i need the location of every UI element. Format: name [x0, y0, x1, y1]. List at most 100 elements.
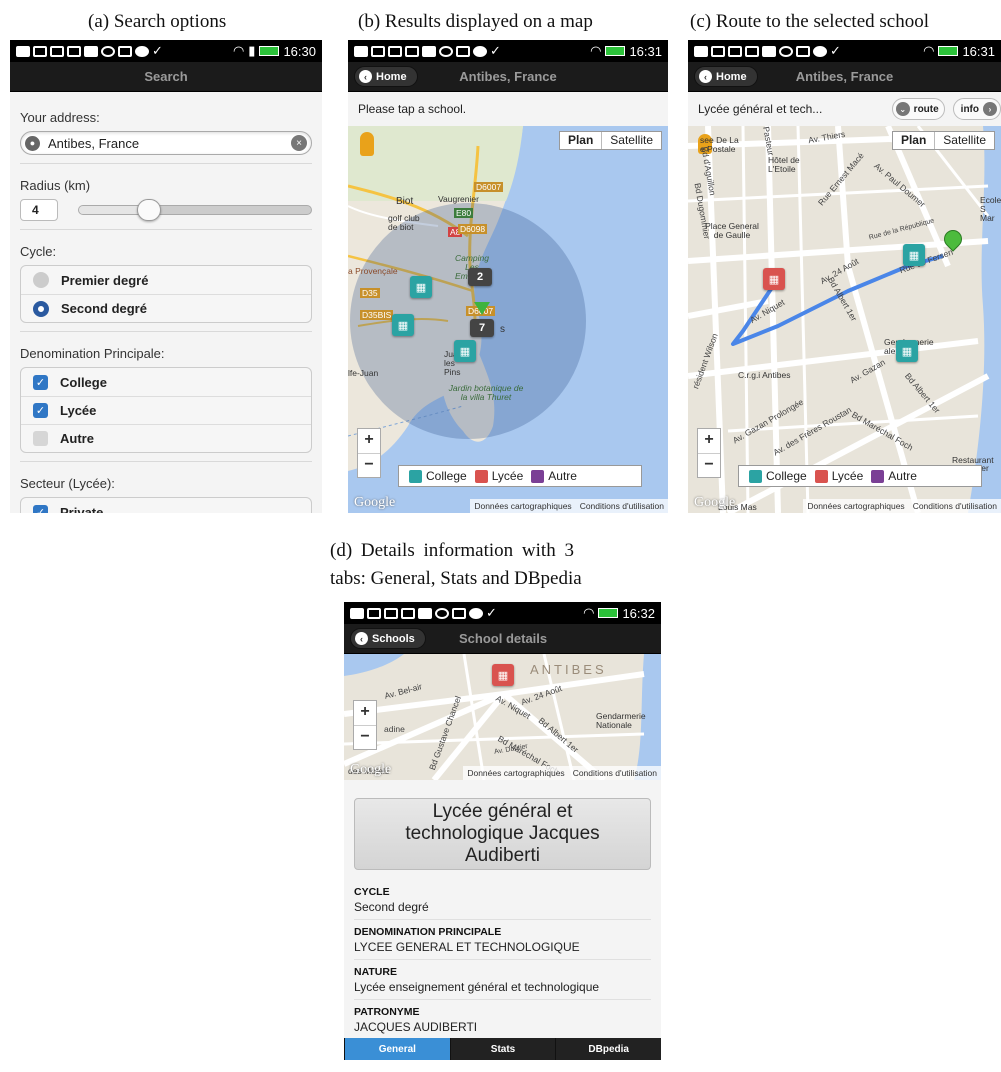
- tab-dbpedia[interactable]: DBpedia: [555, 1038, 661, 1060]
- denomination-option-autre[interactable]: Autre: [21, 424, 311, 452]
- school-name-button[interactable]: Lycée général et technologique Jacques A…: [354, 798, 651, 870]
- lycee-marker[interactable]: ▦: [763, 268, 785, 290]
- cycle-option-second[interactable]: Second degré: [21, 294, 311, 322]
- college-marker[interactable]: ▦: [454, 340, 476, 362]
- map-data-link[interactable]: Données cartographiques: [467, 768, 564, 778]
- map-data-link[interactable]: Données cartographiques: [807, 501, 904, 511]
- instruction-message: Please tap a school.: [348, 92, 668, 126]
- radius-slider[interactable]: [78, 199, 312, 221]
- schools-back-button[interactable]: ‹ Schools: [350, 628, 426, 649]
- map-type-satellite[interactable]: Satellite: [602, 132, 661, 149]
- search-icon: ●: [25, 135, 40, 151]
- lycee-swatch: [474, 469, 488, 483]
- divider: [20, 461, 312, 462]
- map-type-plan[interactable]: Plan: [893, 132, 936, 149]
- field-key: PATRONYME: [354, 1006, 420, 1018]
- status-bar: ✓ ◠ 16:31: [688, 40, 1001, 62]
- college-marker[interactable]: ▦: [410, 276, 432, 298]
- map-place-label: ANTIBES: [530, 662, 607, 677]
- school-details-screen: ✓ ◠ 16:32 ‹ Schools School details ANTIB…: [344, 602, 661, 1060]
- pegman-icon[interactable]: [360, 132, 374, 156]
- notification-icon: [384, 607, 398, 619]
- clear-icon[interactable]: ×: [291, 135, 307, 151]
- status-time: 16:31: [962, 43, 995, 59]
- cycle-option-premier[interactable]: Premier degré: [21, 266, 311, 294]
- field-key: DENOMINATION PRINCIPALE: [354, 926, 502, 938]
- legend-item-autre: Autre: [871, 469, 917, 483]
- cluster-marker[interactable]: 7: [470, 319, 494, 337]
- denomination-option-college[interactable]: ✓ College: [21, 368, 311, 396]
- slider-thumb[interactable]: [136, 199, 161, 221]
- map-type-satellite[interactable]: Satellite: [935, 132, 994, 149]
- results-map-screen: ✓ ◠ 16:31 ‹ Home Antibes, France Please …: [348, 40, 668, 513]
- results-map[interactable]: Plan Satellite Biot Vaugrenier golf club…: [348, 126, 668, 513]
- secteur-checkbox-group: ✓ Private: [20, 497, 312, 513]
- zoom-in-button[interactable]: +: [358, 429, 380, 453]
- notification-icon: [16, 45, 30, 57]
- calendar-icon: [796, 45, 810, 57]
- caption-d-line1: (d) Details information with 3: [330, 540, 574, 561]
- terms-link[interactable]: Conditions d'utilisation: [573, 768, 657, 778]
- zoom-control: + −: [353, 700, 377, 750]
- checkbox-checked: ✓: [33, 374, 48, 390]
- check-icon: ✓: [152, 43, 163, 58]
- radius-value[interactable]: 4: [20, 199, 58, 221]
- checkbox-checked: ✓: [33, 403, 48, 418]
- zoom-control: + −: [357, 428, 381, 478]
- notification-icon: [728, 45, 742, 57]
- notification-icon: [694, 45, 708, 57]
- street-label: adine: [384, 724, 405, 734]
- home-back-button[interactable]: ‹ Home: [354, 66, 418, 87]
- route-map-screen: ✓ ◠ 16:31 ‹ Home Antibes, France Lycée g…: [688, 40, 1001, 513]
- route-button[interactable]: ⌄ route: [891, 98, 945, 120]
- map-place-label: a Provençale: [348, 266, 398, 276]
- wifi-icon: ◠: [590, 43, 602, 58]
- check-icon: ✓: [490, 43, 501, 58]
- address-input[interactable]: ● Antibes, France ×: [20, 131, 312, 155]
- notification-icons: ✓: [350, 605, 583, 621]
- college-marker[interactable]: ▦: [392, 314, 414, 336]
- map-attribution: Données cartographiques Conditions d'uti…: [470, 499, 668, 513]
- lycee-marker[interactable]: ▦: [492, 664, 514, 686]
- road-label: D6007: [474, 182, 504, 192]
- tab-stats[interactable]: Stats: [449, 1038, 556, 1060]
- map-type-plan[interactable]: Plan: [560, 132, 603, 149]
- google-logo: Google: [350, 762, 392, 777]
- wifi-icon: ◠: [923, 43, 935, 58]
- secteur-option-private[interactable]: ✓ Private: [21, 498, 311, 513]
- tab-general[interactable]: General: [344, 1038, 450, 1060]
- notification-icon: [388, 45, 402, 57]
- info-button[interactable]: info ›: [952, 98, 1001, 120]
- home-back-button[interactable]: ‹ Home: [694, 66, 758, 87]
- map-place-label: Ecole S Mar: [980, 195, 1001, 223]
- zoom-in-button[interactable]: +: [354, 701, 376, 725]
- radio-off: [33, 272, 49, 288]
- cycle-option-label: Second degré: [61, 301, 147, 316]
- map-type-toggle[interactable]: Plan Satellite: [558, 131, 662, 150]
- cycle-option-label: Premier degré: [61, 272, 149, 288]
- denomination-option-label: College: [60, 374, 107, 390]
- college-marker[interactable]: ▦: [903, 244, 925, 266]
- college-marker[interactable]: ▦: [896, 340, 918, 362]
- zoom-out-button[interactable]: −: [698, 453, 720, 477]
- checkbox-checked: ✓: [33, 504, 48, 513]
- wifi-icon: ◠: [232, 43, 245, 58]
- cluster-marker[interactable]: 2: [468, 268, 492, 286]
- school-location-map[interactable]: ANTIBES Av. Bel-air adine Gendarmerie Na…: [344, 654, 661, 780]
- zoom-out-button[interactable]: −: [358, 453, 380, 477]
- app-header: ‹ Home Antibes, France: [348, 62, 668, 92]
- map-type-toggle[interactable]: Plan Satellite: [891, 131, 995, 150]
- mail-icon: [745, 45, 759, 57]
- route-map[interactable]: Plan Satellite see De La e Postale Hôtel…: [688, 126, 1001, 513]
- chevron-left-icon: ‹: [355, 632, 368, 645]
- field-key: NATURE: [354, 966, 397, 978]
- denomination-option-lycee[interactable]: ✓ Lycée: [21, 396, 311, 424]
- terms-link[interactable]: Conditions d'utilisation: [913, 501, 997, 511]
- map-data-link[interactable]: Données cartographiques: [474, 501, 571, 511]
- zoom-out-button[interactable]: −: [354, 725, 376, 749]
- detail-field-cycle: CYCLE Second degré: [354, 880, 651, 920]
- terms-link[interactable]: Conditions d'utilisation: [580, 501, 664, 511]
- zoom-in-button[interactable]: +: [698, 429, 720, 453]
- map-place-label: C.r.g.i Antibes: [738, 370, 791, 380]
- cloud-icon: [135, 45, 149, 57]
